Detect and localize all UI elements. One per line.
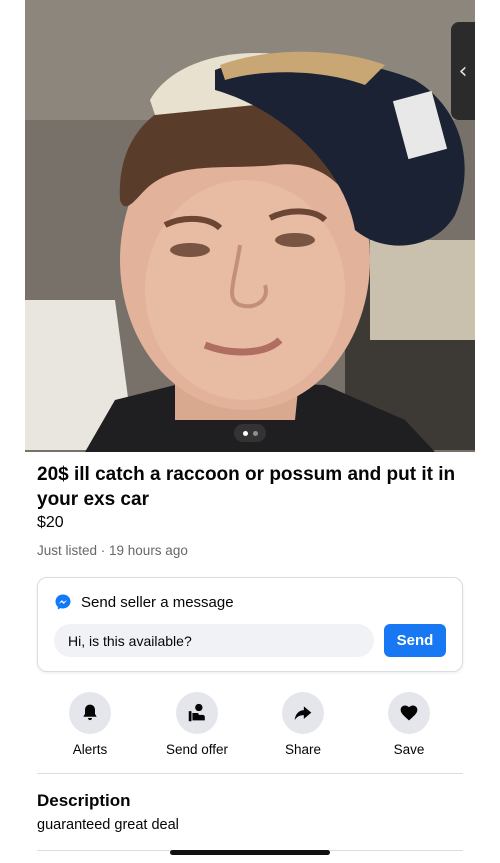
- message-card-title: Send seller a message: [81, 593, 234, 611]
- description-heading: Description: [37, 791, 131, 810]
- listing-title: 20$ ill catch a raccoon or possum and pu…: [37, 464, 456, 510]
- bell-icon: [83, 704, 97, 721]
- share-icon: [294, 706, 312, 721]
- section-divider: [37, 773, 463, 774]
- send-offer-label: Send offer: [165, 742, 229, 757]
- send-offer-button[interactable]: Send offer: [147, 692, 247, 757]
- send-button[interactable]: Send: [384, 624, 446, 657]
- share-icon-circle: [282, 692, 324, 734]
- description-text: guaranteed great deal: [37, 817, 179, 833]
- photo-dot-active: [242, 430, 248, 436]
- home-indicator[interactable]: [170, 850, 330, 855]
- heart-icon: [400, 705, 418, 721]
- alerts-label: Alerts: [72, 742, 108, 757]
- listing-price: $20: [37, 514, 64, 531]
- save-icon-circle: [388, 692, 430, 734]
- save-label: Save: [393, 742, 425, 757]
- action-row: Alerts Send offer Share Save: [37, 692, 463, 762]
- right-margin: [475, 0, 500, 863]
- message-seller-card: Send seller a message Hi, is this availa…: [37, 577, 463, 672]
- marketplace-listing-screen: ‹ 20$ ill catch a raccoon or possum and …: [0, 0, 500, 863]
- share-label: Share: [284, 742, 322, 757]
- share-button[interactable]: Share: [253, 692, 353, 757]
- offer-icon: [188, 703, 205, 722]
- side-panel-tab[interactable]: ‹: [451, 22, 475, 120]
- chevron-left-icon: ‹: [458, 58, 468, 84]
- alerts-icon-circle: [69, 692, 111, 734]
- messenger-icon: [55, 594, 71, 610]
- send-offer-icon-circle: [176, 692, 218, 734]
- left-margin: [0, 0, 25, 863]
- message-card-header: Send seller a message: [54, 593, 234, 611]
- selfie-photo-illustration: [25, 0, 475, 452]
- photo-page-indicator[interactable]: [234, 424, 266, 442]
- message-input[interactable]: Hi, is this available?: [54, 624, 374, 657]
- photo-dot: [252, 430, 258, 436]
- alerts-button[interactable]: Alerts: [40, 692, 140, 757]
- listing-meta: Just listed · 19 hours ago: [37, 543, 188, 558]
- save-button[interactable]: Save: [359, 692, 459, 757]
- listing-photo[interactable]: [25, 0, 475, 452]
